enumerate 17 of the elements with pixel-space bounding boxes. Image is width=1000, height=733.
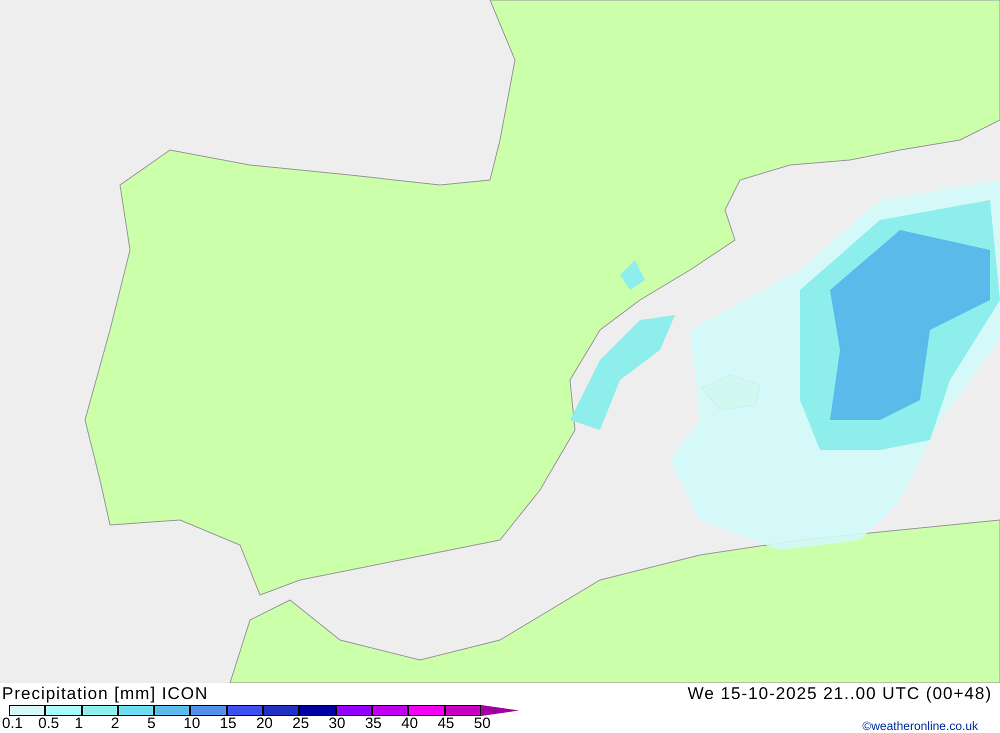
credit-link[interactable]: ©weatheronline.co.uk xyxy=(862,717,978,733)
scale-label: 5 xyxy=(147,716,156,732)
valid-time: We 15-10-2025 21..00 UTC (00+48) xyxy=(688,683,992,705)
scale-label: 20 xyxy=(256,716,273,732)
scale-label: 1 xyxy=(74,716,83,732)
scale-label: 45 xyxy=(438,716,454,732)
scale-label: 25 xyxy=(292,716,310,732)
scale-label: 10 xyxy=(183,716,200,732)
scale-label: 15 xyxy=(220,716,236,732)
scale-label: 50 xyxy=(474,716,491,732)
scale-label: 0.1 xyxy=(2,716,23,732)
scale-label: 30 xyxy=(328,716,346,732)
scale-label: 2 xyxy=(110,716,120,732)
chart-title: Precipitation [mm] ICON xyxy=(2,683,208,705)
scale-label: 35 xyxy=(364,716,382,732)
scale-label: 0.5 xyxy=(38,716,60,732)
scale-label: 40 xyxy=(401,716,418,732)
